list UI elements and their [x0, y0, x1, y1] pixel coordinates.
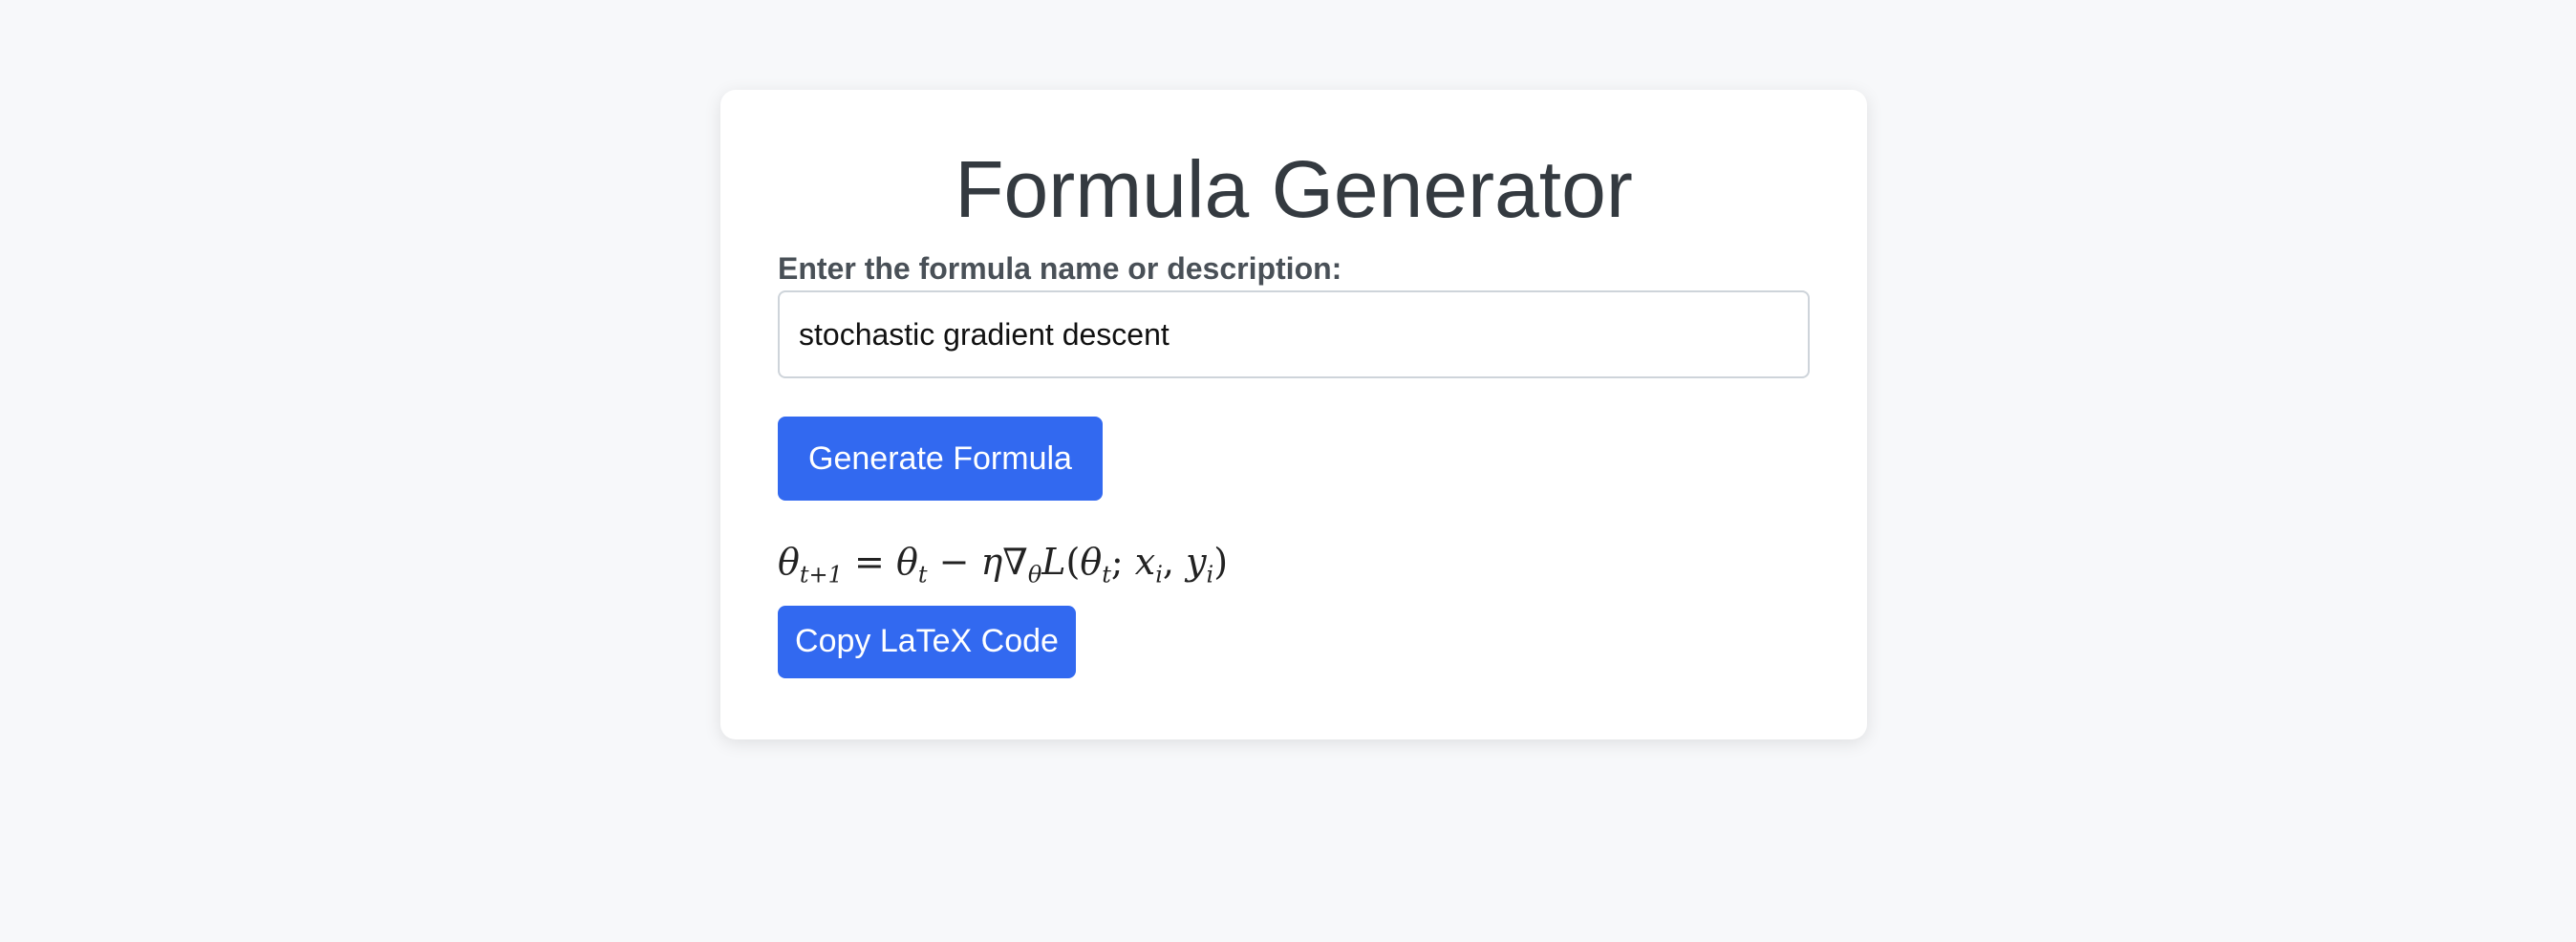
- formula-input[interactable]: [778, 290, 1810, 378]
- page-title: Formula Generator: [955, 144, 1633, 234]
- formula-input-label: Enter the formula name or description:: [778, 251, 1342, 286]
- formula-generator-card: Formula Generator Enter the formula name…: [720, 90, 1867, 739]
- rendered-formula: θt+1 = θt − η∇θL(θt; xi, yi): [778, 541, 1229, 589]
- generate-formula-button[interactable]: Generate Formula: [778, 417, 1103, 501]
- copy-latex-button[interactable]: Copy LaTeX Code: [778, 605, 1076, 678]
